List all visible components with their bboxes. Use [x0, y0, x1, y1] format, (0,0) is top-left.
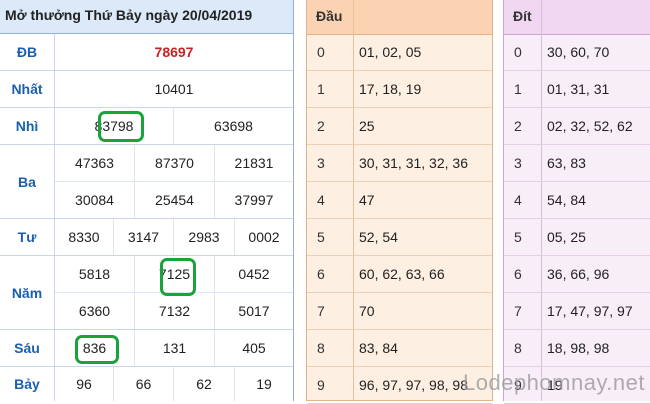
dau-row: 1 17, 18, 19 — [307, 71, 492, 108]
ba-value-3: 21831 — [234, 155, 274, 171]
dau-row: 5 52, 54 — [307, 219, 492, 256]
dit-row-index: 6 — [514, 266, 522, 282]
sau-value-3: 405 — [242, 340, 266, 356]
dau-row: 2 25 — [307, 108, 492, 145]
dau-row: 6 60, 62, 63, 66 — [307, 256, 492, 293]
dau-row-index: 7 — [317, 303, 325, 319]
nam-value-3: 0452 — [238, 266, 270, 282]
ba-value-2: 87370 — [155, 155, 194, 171]
dit-row-values: 18, 98, 98 — [547, 340, 610, 356]
nhat-value: 10401 — [154, 81, 194, 97]
dau-row-index: 6 — [317, 266, 325, 282]
dit-table: Đít 0 30, 60, 70 1 01, 31, 31 2 02, 32, 52, 6… — [503, 0, 650, 404]
dau-row-index: 1 — [317, 81, 325, 97]
dit-row: 5 05, 25 — [504, 219, 650, 256]
bay-value-1: 96 — [76, 376, 92, 392]
dit-row: 6 36, 66, 96 — [504, 256, 650, 293]
dau-row-values: 52, 54 — [359, 229, 398, 245]
dit-row-index: 2 — [514, 118, 522, 134]
dit-row-index: 4 — [514, 192, 522, 208]
dau-row: 7 70 — [307, 293, 492, 330]
dau-row: 8 83, 84 — [307, 330, 492, 367]
watermark: Lodephomnay.net — [463, 370, 646, 395]
dit-row: 1 01, 31, 31 — [504, 71, 650, 108]
label-db: ĐB — [0, 34, 55, 70]
dit-row-index: 5 — [514, 229, 522, 245]
label-tu: Tư — [0, 219, 55, 255]
sau-value-2: 131 — [162, 340, 187, 356]
dit-row-values: 54, 84 — [547, 192, 586, 208]
dau-row-values: 83, 84 — [359, 340, 398, 356]
dit-row-values: 17, 47, 97, 97 — [547, 303, 633, 319]
dau-row: 4 47 — [307, 182, 492, 219]
ba-value-1: 47363 — [75, 155, 114, 171]
dau-row-index: 8 — [317, 340, 325, 356]
dau-row-values: 25 — [359, 118, 375, 134]
tu-value-4: 0002 — [248, 229, 280, 245]
dit-row: 2 02, 32, 52, 62 — [504, 108, 650, 145]
nam-value-5: 7132 — [158, 303, 191, 319]
nhi-value-2: 63698 — [214, 118, 253, 134]
highlight-ring — [75, 335, 119, 364]
dit-row-index: 7 — [514, 303, 522, 319]
dau-row-index: 2 — [317, 118, 325, 134]
label-nhat: Nhất — [0, 71, 55, 107]
dit-row-values: 02, 32, 52, 62 — [547, 118, 633, 134]
results-table: Mở thưởng Thứ Bảy ngày 20/04/2019 ĐB 786… — [0, 0, 294, 401]
dit-row: 4 54, 84 — [504, 182, 650, 219]
dau-row-index: 0 — [317, 44, 325, 60]
nam-value-6: 5017 — [238, 303, 270, 319]
highlight-ring — [98, 111, 144, 142]
dau-row-index: 4 — [317, 192, 325, 208]
dau-row-values: 70 — [359, 303, 375, 319]
dau-row: 3 30, 31, 31, 32, 36 — [307, 145, 492, 182]
bay-value-3: 62 — [196, 376, 212, 392]
bay-value-2: 66 — [135, 376, 152, 392]
dit-row-index: 3 — [514, 155, 522, 171]
tu-value-3: 2983 — [188, 229, 220, 245]
ba-value-4: 30084 — [75, 192, 114, 208]
tu-value-1: 8330 — [68, 229, 100, 245]
nam-value-1: 5818 — [78, 266, 111, 282]
dit-row: 8 18, 98, 98 — [504, 330, 650, 367]
dit-row-index: 1 — [514, 81, 522, 97]
dau-row-index: 9 — [317, 377, 325, 393]
dau-header: Đầu — [316, 8, 343, 24]
label-ba: Ba — [0, 145, 55, 218]
dau-row-values: 60, 62, 63, 66 — [359, 266, 445, 282]
dau-row-values: 01, 02, 05 — [359, 44, 422, 60]
tu-value-2: 3147 — [127, 229, 160, 245]
dau-table: Đầu 0 01, 02, 05 1 17, 18, 19 2 25 3 30, 31, 31… — [306, 0, 493, 404]
dit-row-values: 30, 60, 70 — [547, 44, 610, 60]
label-nam: Năm — [0, 256, 55, 329]
dit-row: 3 63, 83 — [504, 145, 650, 182]
nam-value-4: 6360 — [78, 303, 111, 319]
label-nhi: Nhì — [0, 108, 55, 144]
dau-row-index: 3 — [317, 155, 325, 171]
label-bay: Bảy — [0, 367, 55, 401]
dit-row-values: 05, 25 — [547, 229, 586, 245]
label-sau: Sáu — [0, 330, 55, 366]
results-title: Mở thưởng Thứ Bảy ngày 20/04/2019 — [0, 0, 293, 34]
dau-row-values: 17, 18, 19 — [359, 81, 422, 97]
ba-value-5: 25454 — [155, 192, 194, 208]
dit-row-values: 63, 83 — [547, 155, 586, 171]
db-value: 78697 — [154, 44, 194, 60]
dit-row: 7 17, 47, 97, 97 — [504, 293, 650, 330]
dit-row: 0 30, 60, 70 — [504, 34, 650, 71]
dit-header: Đít — [513, 8, 532, 24]
dau-row: 0 01, 02, 05 — [307, 34, 492, 71]
dau-row-index: 5 — [317, 229, 325, 245]
ba-value-6: 37997 — [234, 192, 274, 208]
dit-row-index: 8 — [514, 340, 522, 356]
highlight-ring — [160, 258, 196, 296]
dit-row-index: 0 — [514, 44, 522, 60]
dau-row-values: 47 — [359, 192, 375, 208]
dau-row-values: 30, 31, 31, 32, 36 — [359, 155, 468, 171]
bay-value-4: 19 — [256, 376, 272, 392]
dit-row-values: 36, 66, 96 — [547, 266, 610, 282]
dit-row-values: 01, 31, 31 — [547, 81, 610, 97]
